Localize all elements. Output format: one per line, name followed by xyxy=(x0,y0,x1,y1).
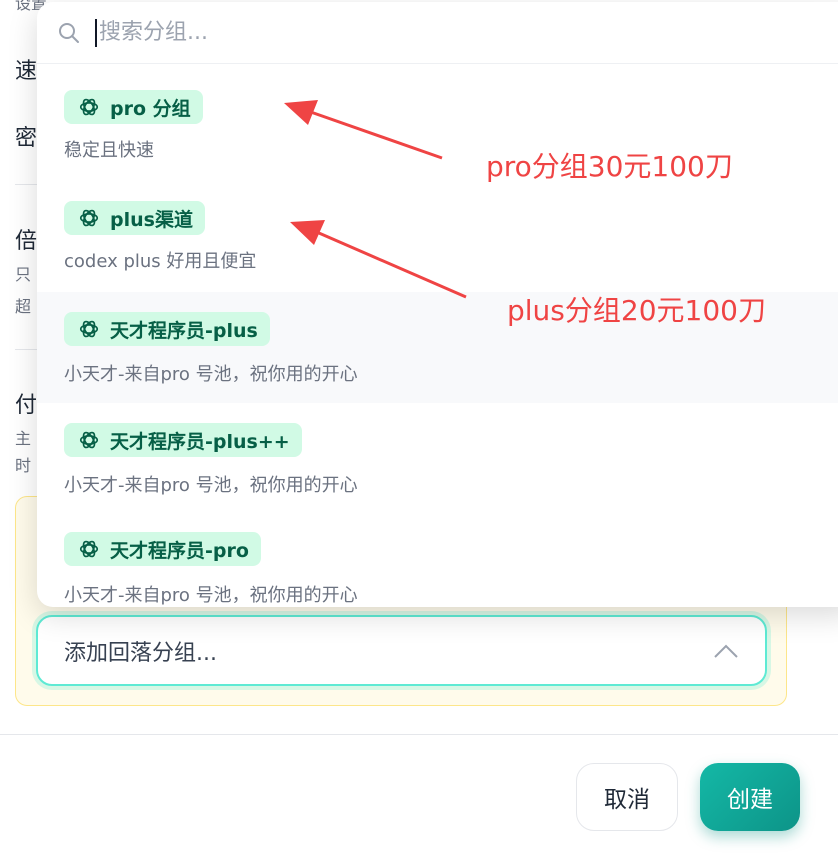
bg-label-main: 主 xyxy=(15,429,32,448)
option-tag: 天才程序员-plus xyxy=(64,312,270,346)
option-tag: 天才程序员-plus++ xyxy=(64,423,302,457)
option-plus-channel[interactable]: plus渠道 codex plus 好用且便宜 xyxy=(37,176,838,287)
option-description: codex plus 好用且便宜 xyxy=(64,251,257,272)
bg-label-speed: 速 xyxy=(15,59,38,84)
option-tag: plus渠道 xyxy=(64,201,205,235)
cancel-button[interactable]: 取消 xyxy=(576,763,678,831)
chevron-up-icon xyxy=(714,644,738,658)
openai-icon xyxy=(79,540,99,558)
openai-icon xyxy=(79,320,99,338)
bg-label-pay: 付 xyxy=(15,393,38,418)
annotation-pro-price: pro分组30元100刀 xyxy=(486,150,733,183)
option-description: 小天才-来自pro 号池，祝你用的开心 xyxy=(64,475,358,496)
bg-label-key: 密 xyxy=(15,126,38,151)
openai-icon xyxy=(79,431,99,449)
option-description: 小天才-来自pro 号池，祝你用的开心 xyxy=(64,364,358,385)
option-description: 稳定且快速 xyxy=(64,140,154,161)
openai-icon xyxy=(79,209,99,227)
bg-label-over: 超 xyxy=(15,297,32,316)
bg-label-only: 只 xyxy=(15,265,32,284)
text-caret xyxy=(95,18,97,47)
bg-label-ratio: 倍 xyxy=(15,229,38,254)
option-name: 天才程序员-pro xyxy=(110,539,249,562)
footer-divider xyxy=(0,734,838,735)
search-row xyxy=(37,2,838,64)
search-icon xyxy=(59,22,79,43)
fallback-select-placeholder: 添加回落分组... xyxy=(64,640,217,666)
openai-icon xyxy=(79,98,99,116)
option-genius-pro[interactable]: 天才程序员-pro 小天才-来自pro 号池，祝你用的开心 xyxy=(37,514,838,607)
option-name: 天才程序员-plus++ xyxy=(110,430,290,453)
option-genius-plus-plus[interactable]: 天才程序员-plus++ 小天才-来自pro 号池，祝你用的开心 xyxy=(37,403,838,514)
fallback-group-select[interactable]: 添加回落分组... xyxy=(36,615,767,686)
bg-divider xyxy=(15,349,37,350)
option-tag: 天才程序员-pro xyxy=(64,532,261,566)
create-button[interactable]: 创建 xyxy=(700,763,800,831)
annotation-plus-price: plus分组20元100刀 xyxy=(507,294,766,327)
bg-divider xyxy=(15,184,37,185)
option-name: plus渠道 xyxy=(110,208,193,231)
search-input[interactable] xyxy=(99,20,699,45)
bg-label-time: 时 xyxy=(15,456,32,475)
option-tag: pro 分组 xyxy=(64,90,203,124)
option-name: 天才程序员-plus xyxy=(110,319,258,342)
option-description: 小天才-来自pro 号池，祝你用的开心 xyxy=(64,585,358,606)
option-name: pro 分组 xyxy=(110,97,191,120)
